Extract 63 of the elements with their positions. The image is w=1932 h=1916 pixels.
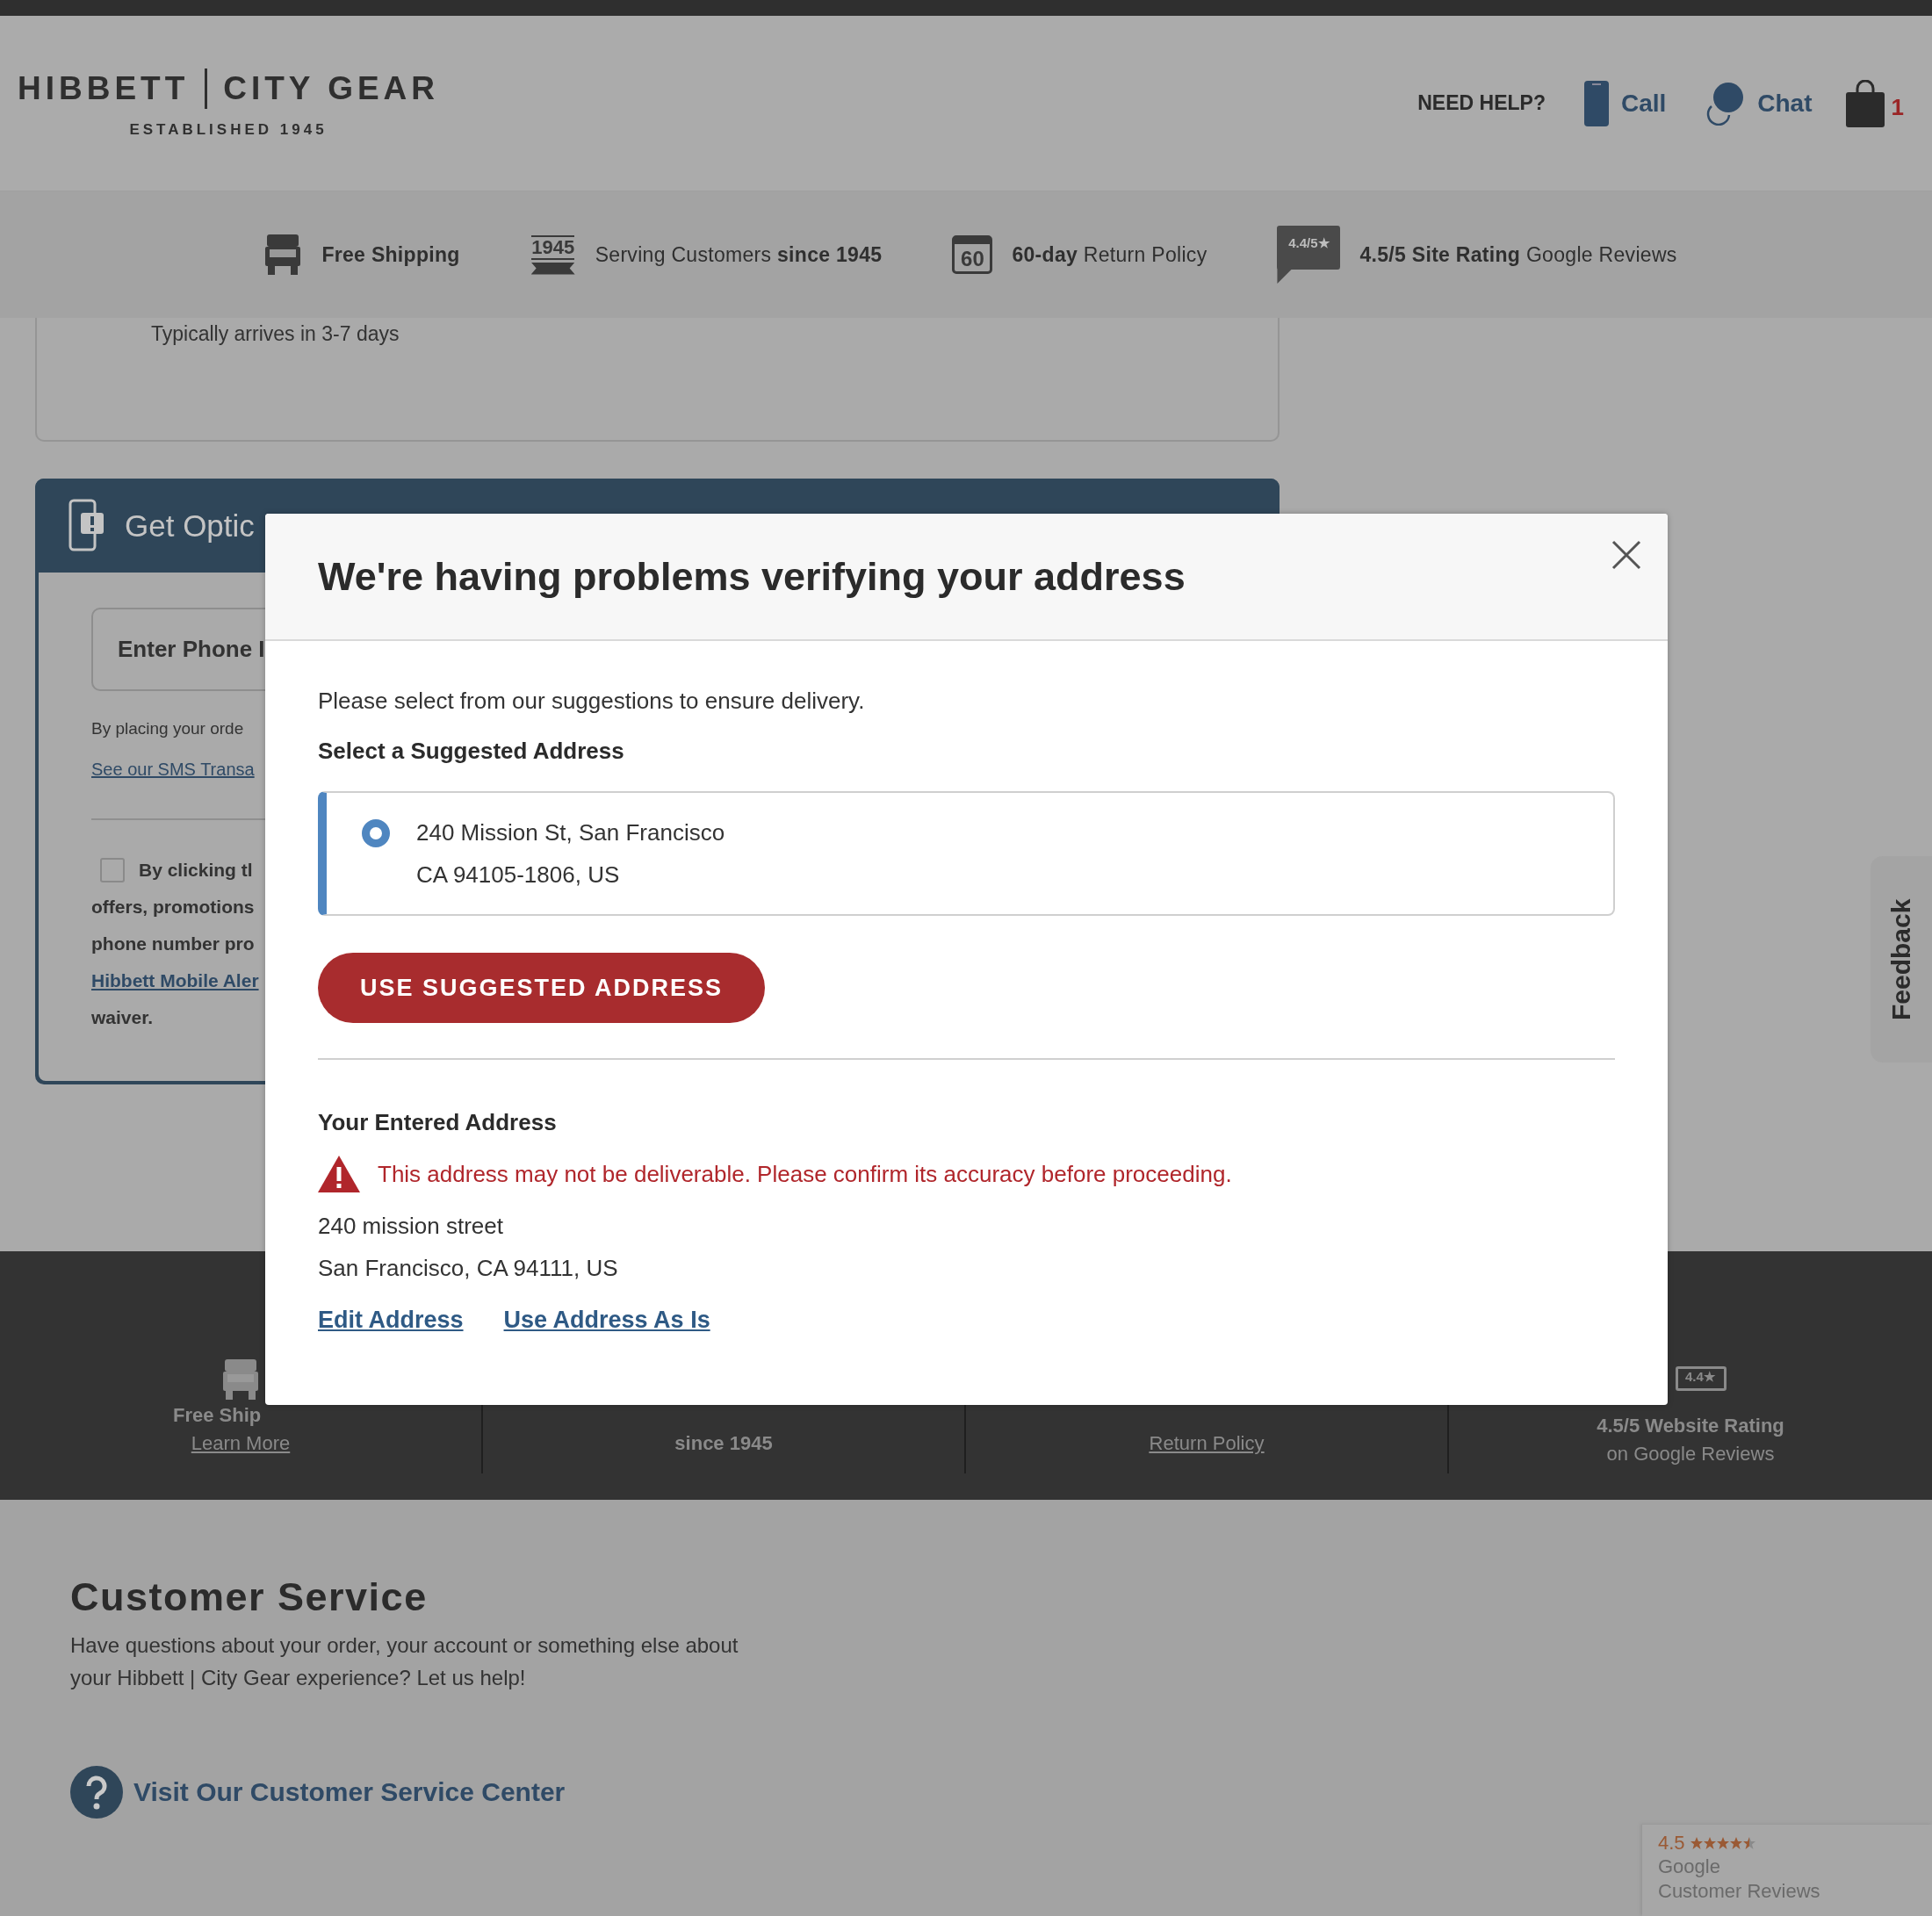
feature-title: 4.5/5 Website Rating [1597, 1414, 1784, 1438]
star-icon [1703, 1837, 1716, 1849]
section-heading: Your Entered Address [318, 1109, 558, 1136]
star-icon [1716, 1837, 1729, 1849]
rating-value: 4.5 [1658, 1832, 1685, 1855]
benefit-text: 4.5/5 Site Rating Google Reviews [1359, 242, 1677, 267]
delivery-note: Typically arrives in 3-7 days [151, 321, 400, 346]
chat-icon [1705, 81, 1746, 126]
intro-text: Please select from our suggestions to ensure delivery. [318, 687, 866, 716]
calendar-icon: 60 [952, 235, 993, 274]
feature-caption: on Google Reviews [1606, 1442, 1775, 1466]
address-line: CA 94105-1806, US [416, 861, 621, 890]
star-icon [1729, 1837, 1742, 1849]
cart-link[interactable]: 1 [1845, 79, 1904, 127]
consent-text: By clicking tl [139, 859, 253, 882]
chat-link[interactable]: Chat [1705, 81, 1813, 126]
consent-text: phone number pro [91, 933, 256, 955]
close-button[interactable] [1611, 540, 1641, 570]
logo-text: HIBBETT [17, 69, 190, 107]
star-icon [1742, 1837, 1755, 1849]
badge-caption: Customer Reviews [1658, 1879, 1821, 1904]
brand-text: Google [1658, 1855, 1721, 1879]
section-heading: Select a Suggested Address [318, 738, 625, 765]
feature-title: since 1945 [674, 1431, 773, 1456]
logo-tagline: ESTABLISHED 1945 [129, 120, 328, 139]
return-policy-link[interactable]: Return Policy [1149, 1430, 1265, 1458]
radio-button[interactable] [362, 819, 390, 847]
bag-icon [1845, 79, 1885, 127]
help-label: NEED HELP? [1417, 91, 1546, 115]
close-icon [1611, 540, 1641, 570]
logo-text: CITY GEAR [223, 69, 440, 107]
warning-text: This address may not be deliverable. Please confirm its accuracy before proceeding. [378, 1160, 1232, 1188]
call-link[interactable]: Call [1583, 80, 1667, 126]
benefit-text: Serving Customers since 1945 [595, 242, 883, 267]
address-line: 240 Mission St, San Francisco [416, 818, 725, 847]
feedback-tab[interactable]: Feedback [1871, 856, 1932, 1062]
dialog-title: We're having problems verifying your address [318, 553, 1186, 600]
section-heading: Customer Service [70, 1574, 429, 1620]
service-center-link[interactable]: Visit Our Customer Service Center [133, 1777, 566, 1807]
benefit-text: 60-day Return Policy [1012, 242, 1208, 267]
warning-icon [318, 1156, 360, 1192]
rating-bubble-icon: 4.4★ [1676, 1366, 1727, 1391]
reviews-badge[interactable]: 4.5 Google Customer Reviews [1642, 1825, 1932, 1916]
address-line: San Francisco, CA 94111, US [318, 1254, 619, 1283]
address-line: 240 mission street [318, 1212, 504, 1241]
consent-checkbox[interactable] [100, 858, 125, 882]
benefit-text: Free Shipping [321, 242, 460, 267]
address-link[interactable]: Use Address As Is [503, 1307, 710, 1334]
help-icon [70, 1766, 123, 1819]
terms-link[interactable]: See our SMS Transa [91, 760, 255, 780]
section-text: Have questions about your order, your account or something else about your Hibbett | City Gear experience? Let us help! [70, 1632, 739, 1691]
consent-text: offers, promotions [91, 896, 256, 918]
panel-title: Get Optic [125, 508, 255, 544]
use-suggested-button[interactable]: USE SUGGESTED ADDRESS [318, 953, 766, 1023]
feature-title: Free Ship [172, 1403, 262, 1428]
learn-more-link[interactable]: Learn More [191, 1430, 291, 1458]
address-link[interactable]: Edit Address [318, 1307, 464, 1334]
phone-icon [1583, 80, 1609, 126]
star-icon [1690, 1837, 1703, 1849]
address-option[interactable]: 240 Mission St, San Francisco CA 94105-1806, US [318, 791, 1615, 916]
disclaimer-text: By placing your orde [91, 719, 245, 738]
consent-text: waiver. [91, 1006, 155, 1029]
phone-alert-icon [68, 498, 104, 553]
